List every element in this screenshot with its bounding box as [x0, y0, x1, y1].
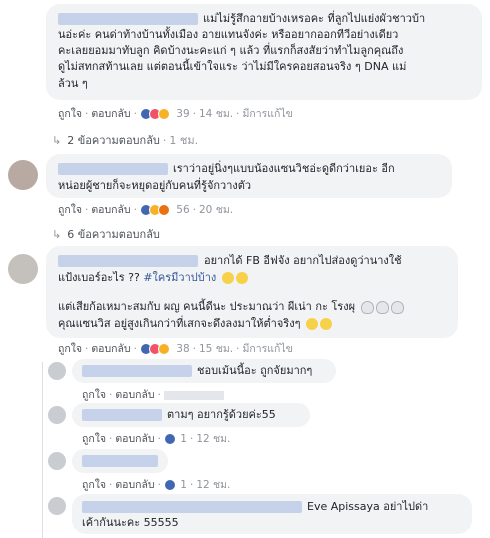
reply-1: ชอบเม้นนี้อะ ถูกจัยมากๆ ถูกใจ · ตอบกลับ · [0, 358, 490, 403]
reply-4: Eve Apissaya อย่าไปด่า เค้ากันนะคะ 55555 [0, 493, 490, 538]
timestamp[interactable]: 12 ชม. [196, 479, 230, 491]
reply-2: ตามๆ อยากรู้ด้วยค่ะ55 ถูกใจ · ตอบกลับ · 1 · 1… [0, 402, 490, 445]
skull-icon [390, 300, 404, 314]
comment-line: หน่อยผู้ชายก็จะหยุดอยู่กับคนที่รู้จักวาง… [58, 179, 252, 192]
timestamp[interactable]: 20 ชม. [199, 204, 233, 216]
emoji-icon [221, 272, 234, 284]
replier-name[interactable] [82, 365, 192, 377]
skull-icon [360, 300, 374, 314]
comment-line: แป้งเบอร์อะไร ?? #ใครมีวาปบ้าง [58, 270, 248, 285]
reaction-count[interactable]: 56 [170, 204, 189, 216]
like-button[interactable]: ถูกใจ [82, 479, 106, 491]
view-replies-link[interactable]: ↳ 2 ข้อความตอบกลับ · 1 ชม. [52, 131, 198, 149]
like-reaction-icon[interactable] [163, 479, 176, 491]
like-button[interactable]: ถูกใจ [58, 204, 82, 216]
reply-actions: ถูกใจ · ตอบกลับ · 1 · 12 ชม. [82, 479, 231, 491]
reaction-count[interactable]: 1 [176, 433, 187, 445]
reaction-count[interactable]: 1 [176, 479, 187, 491]
avatar[interactable] [48, 497, 66, 515]
edited-label[interactable]: มีการแก้ไข [242, 108, 292, 120]
timestamp[interactable]: 12 ชม. [196, 433, 230, 445]
reply-button[interactable]: ตอบกลับ [115, 433, 154, 445]
reactions-icon[interactable] [139, 204, 170, 216]
reply-text: เค้ากันนะคะ 55555 [82, 516, 179, 529]
comment-line: นอ่ะค่ะ คนด่าท้างบ้านทั้งเมือง อายแทนจัง… [58, 28, 399, 41]
timestamp[interactable]: 15 ชม. [199, 343, 233, 355]
like-button[interactable]: ถูกใจ [58, 343, 82, 355]
smirk-emoji-icon [319, 318, 332, 330]
reply-button[interactable]: ตอบกลับ [91, 108, 130, 120]
comment-1: แม่ไม่รู้สึกอายบ้างเหรอคะ ที่ลูกไปแย่งผั… [0, 0, 490, 150]
commenter-name[interactable] [58, 163, 168, 175]
reaction-count[interactable]: 39 [170, 108, 189, 120]
comment-line: อยากได้ FB อีฟจัง อยากไปส่องดูว่านางใช้ [204, 254, 402, 267]
reply-button[interactable]: ตอบกลับ [115, 479, 154, 491]
comment-3: อยากได้ FB อีฟจัง อยากไปส่องดูว่านางใช้ … [0, 242, 490, 360]
like-reaction-icon[interactable] [163, 433, 176, 445]
reactions-icon[interactable] [139, 108, 170, 120]
reply-text: ชอบเม้นนี้อะ ถูกจัยมากๆ [197, 364, 313, 377]
reactions-icon[interactable] [139, 343, 170, 355]
skull-icon [375, 300, 389, 314]
hashtag-link[interactable]: #ใครมีวาปบ้าง [143, 271, 216, 284]
comment-actions: ถูกใจ · ตอบกลับ · 38 · 15 ชม. · มีการแก้ไข [58, 343, 293, 355]
reply-arrow-icon: ↳ [52, 134, 62, 147]
reply-arrow-icon: ↳ [52, 228, 62, 241]
comment-actions: ถูกใจ · ตอบกลับ · 56 · 20 ชม. [58, 204, 234, 216]
avatar[interactable] [8, 254, 38, 284]
comment-line: คะเลยยอมมาทับลูก คิดบ้างนะคะแก่ ๆ แล้ว ท… [58, 44, 404, 57]
comment-line: ล้วน ๆ [58, 77, 88, 90]
reply-actions: ถูกใจ · ตอบกลับ · [82, 386, 224, 403]
reply-button[interactable]: ตอบกลับ [115, 389, 154, 401]
replier-name[interactable] [82, 501, 302, 513]
comment-line: แม่ไม่รู้สึกอายบ้างเหรอคะ ที่ลูกไปแย่งผั… [203, 12, 426, 25]
commenter-name[interactable] [58, 255, 198, 267]
comment-line: เราว่าอยู่นิ่งๆแบบน้องแซนวิชอ่ะดูดีกว่าเ… [173, 162, 395, 175]
comment-line: คุณแซนวิส อยู่สูงเกินกว่าที่เสกจะดึงลงมา… [58, 316, 332, 331]
like-button[interactable]: ถูกใจ [58, 108, 82, 120]
reaction-count[interactable]: 38 [170, 343, 189, 355]
mention-link[interactable]: Eve Apissaya อย่าไปด่า [307, 500, 428, 513]
comment-line: ดูไม่สทกสท้านเลย แต่ตอนนี้เข้าใจแระ ว่าไ… [58, 60, 407, 73]
replier-name[interactable] [82, 409, 162, 421]
avatar[interactable] [48, 362, 66, 380]
emoji-icon [235, 272, 248, 284]
commenter-name[interactable] [58, 13, 198, 25]
avatar[interactable] [48, 452, 66, 470]
replier-name[interactable] [82, 455, 158, 467]
like-button[interactable]: ถูกใจ [82, 433, 106, 445]
reply-3: ถูกใจ · ตอบกลับ · 1 · 12 ชม. [0, 448, 490, 491]
like-button[interactable]: ถูกใจ [82, 389, 106, 401]
reply-actions: ถูกใจ · ตอบกลับ · 1 · 12 ชม. [82, 433, 231, 445]
comment-2: เราว่าอยู่นิ่งๆแบบน้องแซนวิชอ่ะดูดีกว่าเ… [0, 150, 490, 242]
timestamp[interactable]: 14 ชม. [199, 108, 233, 120]
reply-text: ตามๆ อยากรู้ด้วยค่ะ55 [167, 408, 276, 421]
reply-button[interactable]: ตอบกลับ [91, 343, 130, 355]
smirk-emoji-icon [305, 318, 318, 330]
avatar[interactable] [8, 160, 38, 190]
edited-label[interactable]: มีการแก้ไข [242, 343, 292, 355]
comment-line: แต่เสียก้อเหมาะสมกับ ผญ คนนี้ดีนะ ประมาณ… [58, 299, 404, 314]
comment-actions: ถูกใจ · ตอบกลับ · 39 · 14 ชม. · มีการแก้ไข [58, 108, 293, 120]
view-replies-link[interactable]: ↳ 6 ข้อความตอบกลับ [52, 225, 160, 243]
reply-button[interactable]: ตอบกลับ [91, 204, 130, 216]
avatar[interactable] [48, 406, 66, 424]
reply-text: Eve Apissaya อย่าไปด่า [307, 499, 428, 514]
